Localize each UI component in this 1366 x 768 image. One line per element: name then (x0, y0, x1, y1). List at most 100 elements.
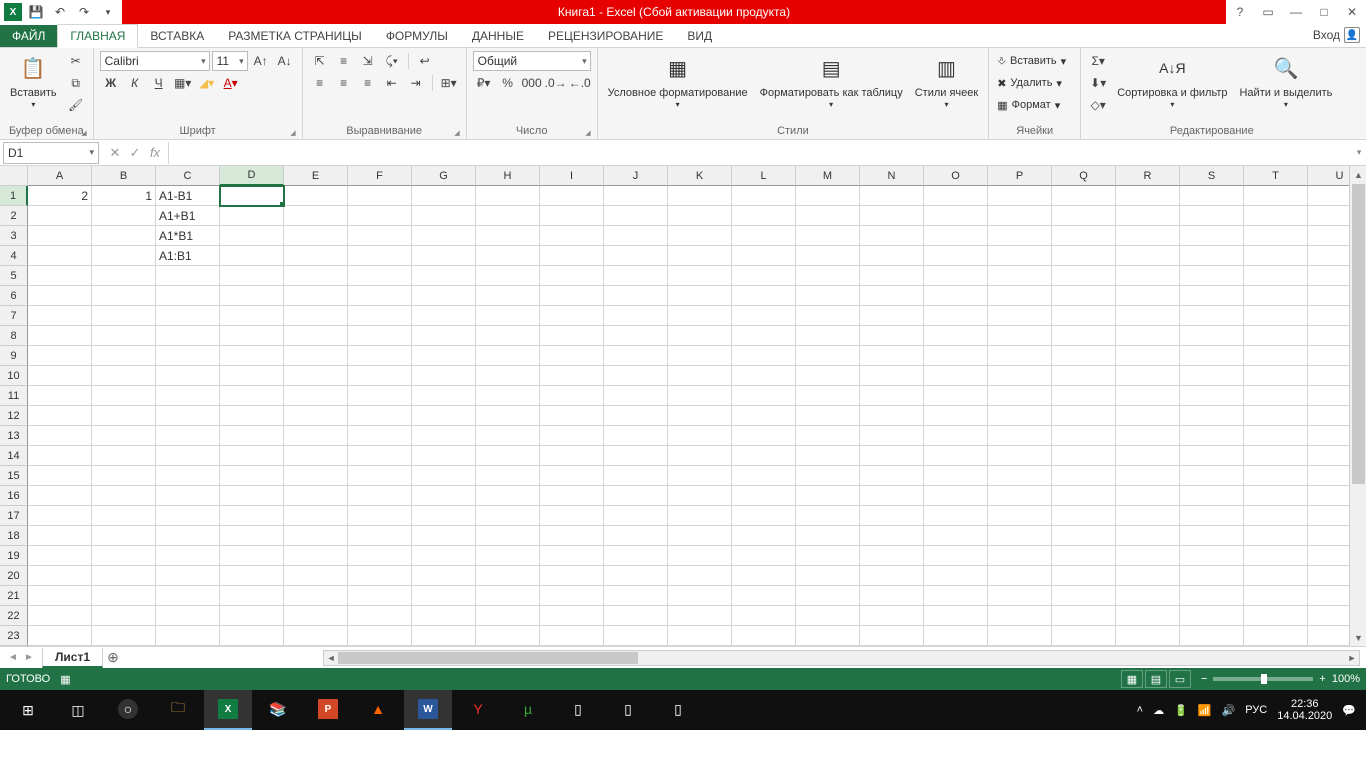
redo-icon[interactable]: ↷ (74, 2, 94, 22)
cell-S19[interactable] (1180, 546, 1244, 566)
cell-T9[interactable] (1244, 346, 1308, 366)
cell-R5[interactable] (1116, 266, 1180, 286)
cell-H1[interactable] (476, 186, 540, 206)
close-icon[interactable]: ✕ (1338, 0, 1366, 24)
cell-E3[interactable] (284, 226, 348, 246)
cell-L16[interactable] (732, 486, 796, 506)
cell-H20[interactable] (476, 566, 540, 586)
scroll-down-icon[interactable]: ▼ (1350, 629, 1366, 646)
minimize-icon[interactable]: ― (1282, 0, 1310, 24)
cell-L6[interactable] (732, 286, 796, 306)
tab-file[interactable]: ФАЙЛ (0, 25, 57, 47)
page-break-view-button[interactable]: ▭ (1169, 670, 1191, 688)
cell-J2[interactable] (604, 206, 668, 226)
row-header-13[interactable]: 13 (0, 426, 28, 446)
cell-O5[interactable] (924, 266, 988, 286)
cell-T13[interactable] (1244, 426, 1308, 446)
cell-D14[interactable] (220, 446, 284, 466)
cell-B14[interactable] (92, 446, 156, 466)
cell-P1[interactable] (988, 186, 1052, 206)
name-box[interactable]: D1 (3, 142, 99, 164)
cell-J8[interactable] (604, 326, 668, 346)
cell-B6[interactable] (92, 286, 156, 306)
cell-J18[interactable] (604, 526, 668, 546)
taskbar-app-yandex[interactable]: ○ (104, 690, 152, 730)
cell-B22[interactable] (92, 606, 156, 626)
cell-M8[interactable] (796, 326, 860, 346)
column-header-S[interactable]: S (1180, 166, 1244, 186)
cell-M21[interactable] (796, 586, 860, 606)
cell-M9[interactable] (796, 346, 860, 366)
cell-Q12[interactable] (1052, 406, 1116, 426)
cell-P14[interactable] (988, 446, 1052, 466)
align-right-button[interactable]: ≡ (357, 73, 379, 93)
cell-N23[interactable] (860, 626, 924, 646)
cell-J1[interactable] (604, 186, 668, 206)
cell-K20[interactable] (668, 566, 732, 586)
cell-C4[interactable]: A1:B1 (156, 246, 220, 266)
cell-I1[interactable] (540, 186, 604, 206)
cell-O14[interactable] (924, 446, 988, 466)
maximize-icon[interactable]: □ (1310, 0, 1338, 24)
cell-K3[interactable] (668, 226, 732, 246)
cell-E8[interactable] (284, 326, 348, 346)
vscroll-thumb[interactable] (1352, 184, 1365, 484)
cell-N5[interactable] (860, 266, 924, 286)
cell-K8[interactable] (668, 326, 732, 346)
tray-clock[interactable]: 22:36 14.04.2020 (1277, 698, 1332, 722)
cell-B8[interactable] (92, 326, 156, 346)
sort-filter-button[interactable]: A↓Я Сортировка и фильтр▾ (1113, 51, 1231, 112)
cell-F13[interactable] (348, 426, 412, 446)
cell-C8[interactable] (156, 326, 220, 346)
cell-P16[interactable] (988, 486, 1052, 506)
cell-K23[interactable] (668, 626, 732, 646)
cell-Q5[interactable] (1052, 266, 1116, 286)
cell-S20[interactable] (1180, 566, 1244, 586)
cell-I2[interactable] (540, 206, 604, 226)
find-select-button[interactable]: 🔍 Найти и выделить▾ (1235, 51, 1336, 112)
cell-F16[interactable] (348, 486, 412, 506)
cell-K21[interactable] (668, 586, 732, 606)
cell-N2[interactable] (860, 206, 924, 226)
cell-P6[interactable] (988, 286, 1052, 306)
cell-G5[interactable] (412, 266, 476, 286)
cell-H18[interactable] (476, 526, 540, 546)
decrease-font-button[interactable]: A↓ (274, 51, 296, 71)
cell-C19[interactable] (156, 546, 220, 566)
tab-home[interactable]: ГЛАВНАЯ (57, 24, 138, 48)
percent-button[interactable]: % (497, 73, 519, 93)
increase-font-button[interactable]: A↑ (250, 51, 272, 71)
cell-T4[interactable] (1244, 246, 1308, 266)
cell-P18[interactable] (988, 526, 1052, 546)
cell-D2[interactable] (220, 206, 284, 226)
cell-C20[interactable] (156, 566, 220, 586)
cell-H2[interactable] (476, 206, 540, 226)
cell-O3[interactable] (924, 226, 988, 246)
cell-D22[interactable] (220, 606, 284, 626)
cell-T1[interactable] (1244, 186, 1308, 206)
cell-I20[interactable] (540, 566, 604, 586)
cell-A16[interactable] (28, 486, 92, 506)
column-header-M[interactable]: M (796, 166, 860, 186)
cell-C13[interactable] (156, 426, 220, 446)
cell-O22[interactable] (924, 606, 988, 626)
cell-E19[interactable] (284, 546, 348, 566)
column-header-A[interactable]: A (28, 166, 92, 186)
cell-K15[interactable] (668, 466, 732, 486)
cell-R10[interactable] (1116, 366, 1180, 386)
cell-A3[interactable] (28, 226, 92, 246)
cell-D3[interactable] (220, 226, 284, 246)
cell-R22[interactable] (1116, 606, 1180, 626)
start-button[interactable]: ⊞ (4, 690, 52, 730)
cell-H12[interactable] (476, 406, 540, 426)
cell-F21[interactable] (348, 586, 412, 606)
cell-I21[interactable] (540, 586, 604, 606)
cell-O20[interactable] (924, 566, 988, 586)
cell-F18[interactable] (348, 526, 412, 546)
column-header-J[interactable]: J (604, 166, 668, 186)
cell-Q21[interactable] (1052, 586, 1116, 606)
cell-C18[interactable] (156, 526, 220, 546)
cell-G13[interactable] (412, 426, 476, 446)
cell-P12[interactable] (988, 406, 1052, 426)
cell-S15[interactable] (1180, 466, 1244, 486)
